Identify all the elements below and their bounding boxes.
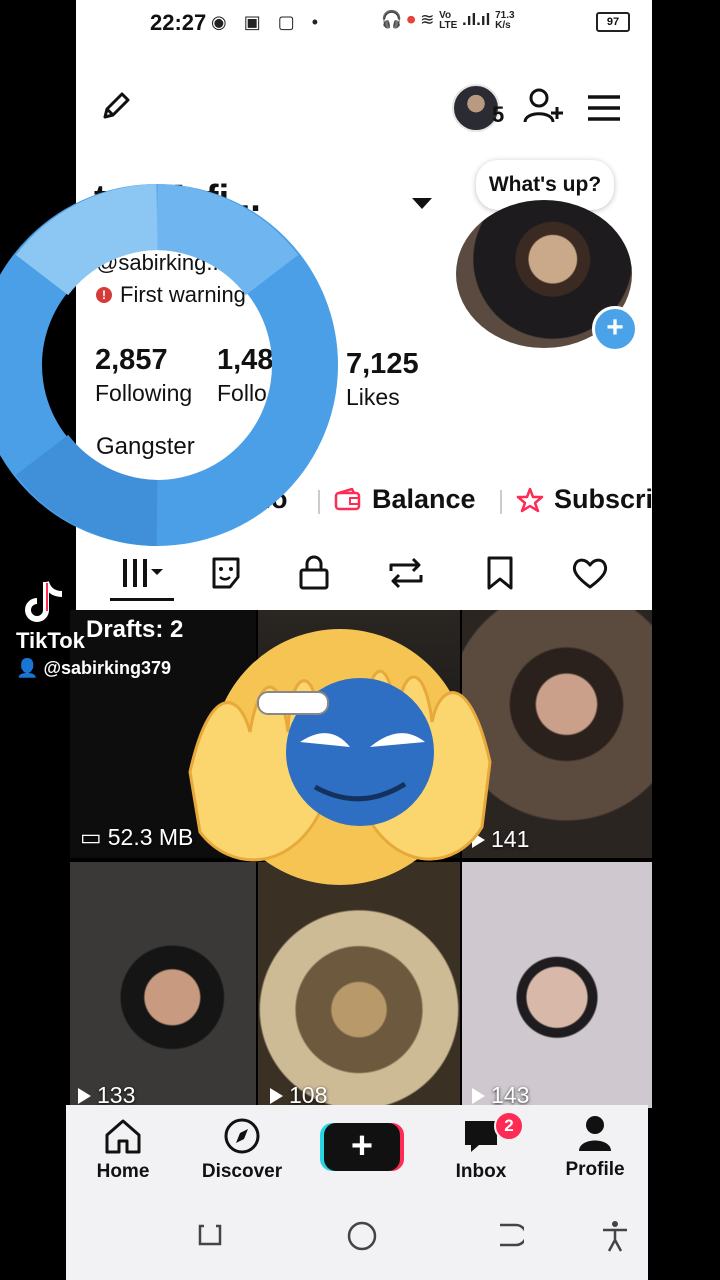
content-tabs — [76, 545, 652, 605]
balance-label: Balance — [372, 484, 476, 514]
recent-apps-icon[interactable] — [196, 1220, 226, 1255]
add-story-plus-icon[interactable]: + — [592, 306, 638, 352]
play-icon — [78, 1087, 91, 1104]
bottom-navigation: Home Discover + Inbox 2 Profile — [66, 1105, 648, 1280]
balance-link[interactable]: Balance — [334, 484, 476, 515]
tab-repost-icon[interactable] — [376, 545, 436, 601]
storage-icon: ▭ — [80, 824, 102, 850]
add-friend-icon[interactable] — [522, 86, 566, 126]
wifi-icon: ≋ — [420, 10, 435, 29]
chevron-down-icon[interactable] — [412, 198, 432, 209]
likes-label[interactable]: Likes — [346, 384, 400, 411]
headphones-icon: 🎧 — [381, 10, 403, 29]
tiktok-logo-icon — [16, 576, 76, 631]
subscription-label: Subscri — [554, 484, 652, 514]
tab-liked-heart-icon[interactable] — [560, 545, 620, 601]
visitors-count: 5 — [492, 102, 505, 127]
drafts-label: Drafts: 2 — [86, 616, 184, 643]
status-network: 🎧 ⏺ ≋ Vo LTE .ıl.ıl 71.3 K/s — [381, 10, 515, 31]
divider — [500, 490, 502, 514]
watermark-username: 👤 @sabirking379 — [16, 658, 172, 678]
net-speed-unit: K/s — [495, 19, 511, 31]
menu-icon[interactable] — [584, 90, 624, 126]
facepalm-salute-emoji-overlay — [188, 629, 492, 885]
likes-count[interactable]: 7,125 — [346, 348, 419, 381]
status-bar: 22:27 ◉ ▣ ▢ • 🎧 ⏺ ≋ Vo LTE .ıl.ıl 71.3 K… — [76, 0, 652, 48]
lte-label: LTE — [439, 19, 458, 31]
home-icon — [105, 1119, 141, 1154]
tiktok-brand-text: TikTok — [16, 628, 85, 653]
battery-indicator: 97 — [596, 12, 630, 32]
play-icon — [270, 1087, 283, 1104]
status-notification-icons: ◉ ▣ ▢ • — [211, 12, 325, 32]
active-tab-indicator — [110, 598, 174, 601]
create-button[interactable]: + — [324, 1123, 400, 1171]
record-icon: ⏺ — [406, 10, 416, 29]
tab-bookmark-icon[interactable] — [470, 545, 530, 601]
nav-profile[interactable]: Profile — [560, 1113, 630, 1181]
inbox-badge: 2 — [494, 1111, 524, 1141]
profile-person-icon — [579, 1116, 611, 1151]
home-circle-icon[interactable] — [346, 1220, 378, 1257]
nav-home[interactable]: Home — [92, 1117, 154, 1183]
compass-icon — [224, 1118, 260, 1154]
user-icon: 👤 — [16, 658, 39, 678]
tab-private-lock-icon[interactable] — [284, 545, 344, 601]
tab-sticker-icon[interactable] — [196, 545, 256, 601]
back-icon[interactable] — [494, 1220, 528, 1255]
blue-ring-overlay — [0, 184, 338, 546]
accessibility-icon[interactable] — [600, 1220, 630, 1257]
status-time: 22:27 — [150, 10, 207, 35]
play-icon — [472, 1087, 485, 1104]
subscription-star-icon — [516, 487, 544, 512]
tab-videos-grid-icon[interactable] — [112, 545, 172, 601]
signal-icon: .ıl.ıl — [462, 10, 491, 29]
nav-discover-item[interactable]: Discover — [194, 1117, 290, 1183]
subscription-link[interactable]: Subscri — [516, 484, 652, 515]
edit-pencil-icon[interactable] — [96, 86, 136, 126]
